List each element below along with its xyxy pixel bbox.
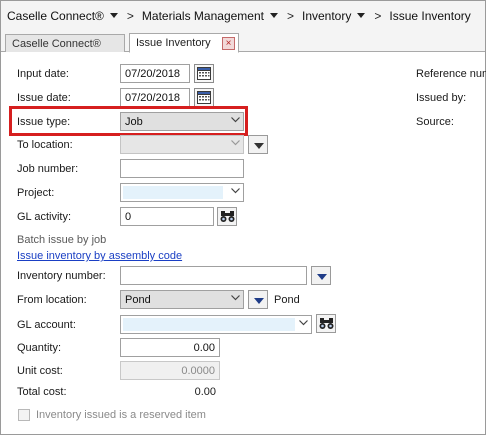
gl-account-input-area [123, 318, 295, 331]
breadcrumb: Caselle Connect® > Materials Management … [1, 1, 485, 31]
triangle-down-icon [254, 298, 264, 304]
from-location-lookup-button[interactable] [248, 290, 268, 309]
chevron-down-icon[interactable] [357, 12, 366, 18]
issue-by-assembly-link[interactable]: Issue inventory by assembly code [17, 250, 182, 262]
gl-account-select[interactable] [120, 315, 312, 334]
to-location-lookup-button[interactable] [248, 135, 268, 154]
breadcrumb-separator: > [374, 9, 382, 23]
from-location-value: Pond [125, 293, 151, 306]
breadcrumb-separator: > [286, 9, 294, 23]
project-input-area [123, 186, 223, 199]
to-location-label: To location: [17, 139, 73, 151]
tab-issue-inventory[interactable]: Issue Inventory × [129, 33, 239, 53]
issued-by-label: Issued by: [416, 92, 467, 104]
project-label: Project: [17, 187, 55, 199]
inventory-number-lookup-button[interactable] [311, 266, 331, 285]
gl-activity-field[interactable]: 0 [120, 207, 214, 226]
gl-account-search-button[interactable] [316, 314, 336, 333]
issue-date-label: Issue date: [17, 92, 71, 104]
total-cost-label: Total cost: [17, 386, 67, 398]
breadcrumb-item-caselle-connect[interactable]: Caselle Connect® [7, 9, 104, 23]
reserved-item-checkbox[interactable] [18, 409, 30, 421]
project-select[interactable] [120, 183, 244, 202]
source-label: Source: [416, 116, 454, 128]
breadcrumb-item-issue-inventory[interactable]: Issue Inventory [389, 9, 470, 23]
chevron-down-icon [231, 188, 240, 196]
breadcrumb-separator: > [126, 9, 134, 23]
tab-label: Issue Inventory [136, 37, 211, 49]
input-date-label: Input date: [17, 68, 69, 80]
input-date-field[interactable]: 07/20/2018 [120, 64, 190, 83]
gl-activity-search-button[interactable] [217, 207, 237, 226]
binoculars-icon [220, 211, 235, 222]
issue-type-highlight [9, 106, 248, 136]
app-window: Caselle Connect® > Materials Management … [0, 0, 486, 435]
calendar-icon [197, 67, 211, 80]
quantity-field[interactable]: 0.00 [120, 338, 220, 357]
chevron-down-icon[interactable] [269, 12, 278, 18]
inventory-number-label: Inventory number: [17, 270, 106, 282]
job-number-field[interactable] [120, 159, 244, 178]
chevron-down-icon[interactable] [109, 12, 118, 18]
input-date-calendar-button[interactable] [194, 64, 214, 83]
chevron-down-icon [231, 140, 240, 148]
tab-strip: Caselle Connect® Issue Inventory × [1, 31, 485, 53]
close-icon[interactable]: × [222, 37, 235, 50]
reserved-item-label: Inventory issued is a reserved item [36, 409, 206, 421]
calendar-icon [197, 91, 211, 104]
total-cost-value: 0.00 [194, 386, 216, 398]
job-number-label: Job number: [17, 163, 79, 175]
tab-label: Caselle Connect® [12, 37, 101, 50]
batch-issue-header: Batch issue by job [17, 234, 107, 246]
inventory-number-field[interactable] [120, 266, 307, 285]
issue-date-field[interactable]: 07/20/2018 [120, 88, 190, 107]
from-location-select[interactable]: Pond [120, 290, 244, 309]
reference-number-label: Reference num [416, 68, 486, 80]
gl-activity-label: GL activity: [17, 211, 71, 223]
unit-cost-field: 0.0000 [120, 361, 220, 380]
from-location-description: Pond [274, 294, 300, 306]
breadcrumb-item-materials-management[interactable]: Materials Management [142, 9, 264, 23]
from-location-label: From location: [17, 294, 87, 306]
triangle-down-icon [254, 143, 264, 149]
chevron-down-icon [299, 320, 308, 328]
breadcrumb-item-inventory[interactable]: Inventory [302, 9, 351, 23]
to-location-select[interactable] [120, 135, 244, 154]
tab-caselle-connect[interactable]: Caselle Connect® [5, 34, 125, 52]
unit-cost-label: Unit cost: [17, 365, 63, 377]
gl-account-label: GL account: [17, 319, 76, 331]
quantity-label: Quantity: [17, 342, 62, 354]
chevron-down-icon [231, 295, 240, 303]
binoculars-icon [319, 318, 334, 329]
issue-date-calendar-button[interactable] [194, 88, 214, 107]
triangle-down-icon [317, 274, 327, 280]
